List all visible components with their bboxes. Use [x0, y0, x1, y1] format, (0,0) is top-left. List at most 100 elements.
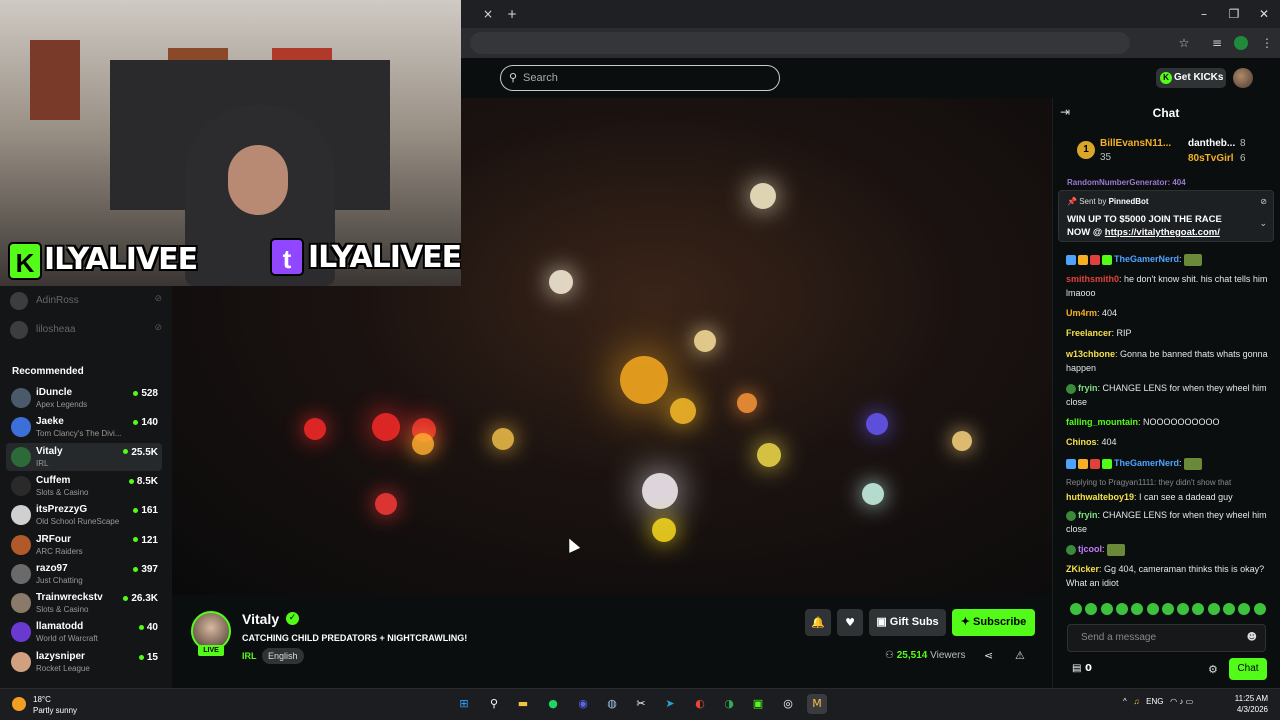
- steam-icon[interactable]: ◍: [602, 694, 622, 714]
- active-app-icon[interactable]: M: [807, 694, 827, 714]
- webcam-kick-label: ILYALIVEE: [44, 242, 198, 277]
- emote-icon[interactable]: [1238, 603, 1251, 615]
- extensions-icon[interactable]: ≡: [1208, 34, 1226, 52]
- emote-icon[interactable]: [1207, 603, 1220, 615]
- sidebar-item-lazysniper[interactable]: lazysniper Rocket League 15: [6, 648, 162, 676]
- spotify-icon[interactable]: ●: [543, 694, 563, 714]
- leaderboard-second-name[interactable]: dantheb...: [1188, 138, 1235, 149]
- chat-username[interactable]: Freelancer: [1066, 328, 1112, 338]
- emote-icon[interactable]: [1253, 603, 1266, 615]
- sidebar-offline-adinross[interactable]: AdinRoss ⊘: [10, 292, 170, 310]
- emote-icon[interactable]: [1146, 603, 1159, 615]
- chat-username[interactable]: w13chbone: [1066, 349, 1115, 359]
- obs-icon[interactable]: ◎: [778, 694, 798, 714]
- sidebar-item-jaeke[interactable]: Jaeke Tom Clancy's The Divi... 140: [6, 413, 162, 441]
- tray-chevron-icon[interactable]: ^: [1123, 697, 1127, 706]
- sidebar-item-jrfour[interactable]: JRFour ARC Raiders 121: [6, 531, 162, 559]
- volume-icon[interactable]: ♪: [1179, 697, 1183, 706]
- streamer-name[interactable]: Vitaly: [242, 611, 279, 627]
- notification-bell-button[interactable]: 🔔: [805, 609, 831, 636]
- sidebar-item-llamatodd[interactable]: llamatodd World of Warcraft 40: [6, 618, 162, 646]
- chat-username[interactable]: TheGamerNerd: [1114, 254, 1179, 264]
- taskbar-search-icon[interactable]: ⚲: [484, 694, 504, 714]
- channel-points[interactable]: ▤ 0: [1072, 663, 1092, 674]
- emoji-icon[interactable]: ☻: [1247, 625, 1257, 651]
- tab-close-icon[interactable]: ×: [478, 6, 498, 22]
- start-icon[interactable]: ⊞: [454, 694, 474, 714]
- emote-icon[interactable]: [1100, 603, 1113, 615]
- chevron-down-icon[interactable]: ⌄: [1259, 219, 1267, 229]
- bookmark-star-icon[interactable]: ☆: [1175, 34, 1193, 52]
- chat-username[interactable]: fryin: [1078, 510, 1098, 520]
- chat-username[interactable]: falling_mountain: [1066, 417, 1138, 427]
- capcut-icon[interactable]: ✂: [631, 694, 651, 714]
- sidebar-item-trainwreckstv[interactable]: Trainwreckstv Slots & Casino 26.3K: [6, 589, 162, 617]
- chat-settings-icon[interactable]: ⚙: [1208, 663, 1218, 676]
- unpin-icon[interactable]: ⊘: [1260, 197, 1267, 206]
- new-tab-icon[interactable]: +: [502, 6, 522, 22]
- report-icon[interactable]: ⚠: [1015, 649, 1025, 662]
- emote-icon[interactable]: [1115, 603, 1128, 615]
- subscribe-button[interactable]: ✦ Subscribe: [952, 609, 1035, 636]
- emote-icon[interactable]: [1223, 603, 1235, 615]
- sidebar-item-vitaly[interactable]: Vitaly IRL 25.5K: [6, 442, 162, 471]
- search-input[interactable]: ⚲ Search: [500, 65, 780, 91]
- system-clock[interactable]: 11:25 AM 4/3/2026: [1232, 693, 1268, 715]
- sent-by-label: Sent by: [1079, 197, 1107, 206]
- wifi-icon[interactable]: ◠: [1170, 697, 1177, 706]
- emote-icon[interactable]: [1177, 603, 1190, 615]
- sidebar-item-cuffem[interactable]: Cuffem Slots & Casino 8.5K: [6, 472, 162, 500]
- channel-category: Tom Clancy's The Divi...: [36, 429, 122, 439]
- chrome-profile-icon[interactable]: ◑: [719, 694, 739, 714]
- chat-username[interactable]: TheGamerNerd: [1114, 458, 1179, 468]
- battery-icon[interactable]: ▭: [1186, 697, 1194, 706]
- chat-message-input[interactable]: Send a message ☻: [1067, 624, 1266, 652]
- emote-icon[interactable]: [1131, 603, 1144, 615]
- emote-icon[interactable]: [1192, 603, 1205, 615]
- telegram-icon[interactable]: ➤: [660, 694, 680, 714]
- profile-icon[interactable]: [1234, 36, 1248, 50]
- stream-category[interactable]: IRL: [242, 651, 257, 661]
- gift-subs-button[interactable]: ▣ Gift Subs: [869, 609, 946, 636]
- get-kicks-button[interactable]: K Get KICKs: [1156, 68, 1226, 88]
- chat-username[interactable]: tjcool: [1078, 544, 1102, 554]
- sidebar-item-razo97[interactable]: razo97 Just Chatting 397: [6, 560, 162, 588]
- discord-icon[interactable]: ◉: [573, 694, 593, 714]
- address-bar[interactable]: [470, 32, 1130, 54]
- chat-send-button[interactable]: Chat: [1229, 658, 1267, 680]
- weather-widget[interactable]: 18°C Partly sunny: [33, 694, 77, 716]
- chrome-icon[interactable]: ◐: [690, 694, 710, 714]
- emote-icon[interactable]: [1070, 603, 1082, 615]
- pinned-link[interactable]: https://vitalythegoat.com/: [1105, 227, 1220, 238]
- emote-icon[interactable]: [1085, 603, 1098, 615]
- chat-username[interactable]: smithsmith0: [1066, 274, 1119, 284]
- follow-heart-button[interactable]: ♥: [837, 609, 863, 636]
- share-icon[interactable]: ⋖: [984, 649, 993, 662]
- leaderboard-first-name[interactable]: BillEvansN11...: [1100, 138, 1171, 149]
- chat-username[interactable]: fryin: [1078, 383, 1098, 393]
- sidebar-item-itsprezzyg[interactable]: itsPrezzyG Old School RuneScape 161: [6, 501, 162, 529]
- window-close-icon[interactable]: ✕: [1254, 6, 1274, 22]
- stream-language-tag[interactable]: English: [262, 648, 304, 664]
- channel-name: Jaeke: [36, 416, 64, 428]
- emote-bar[interactable]: [1066, 603, 1272, 617]
- restore-icon[interactable]: ❐: [1224, 6, 1244, 22]
- sidebar-item-iduncle[interactable]: iDuncle Apex Legends 528: [6, 384, 162, 412]
- emote-icon[interactable]: [1161, 603, 1174, 615]
- chat-username[interactable]: huthwalteboy19: [1066, 492, 1134, 502]
- chat-username[interactable]: Chinos: [1066, 437, 1097, 447]
- file-explorer-icon[interactable]: ▬: [513, 694, 533, 714]
- chat-username[interactable]: ZKicker: [1066, 564, 1099, 574]
- leaderboard-third-name[interactable]: 80sTvGirl: [1188, 153, 1234, 164]
- weather-icon[interactable]: [12, 697, 26, 711]
- sidebar-offline-lilosheaa[interactable]: lilosheaa ⊘: [10, 321, 170, 339]
- pinned-message[interactable]: 📌 Sent by PinnedBot WIN UP TO $5000 JOIN…: [1058, 190, 1274, 242]
- mic-icon[interactable]: ♫: [1133, 697, 1139, 706]
- user-avatar[interactable]: [1233, 68, 1253, 88]
- system-tray[interactable]: ^ ♫ ENG ◠ ♪ ▭: [1123, 697, 1193, 706]
- kick-app-icon[interactable]: ▣: [748, 694, 768, 714]
- browser-menu-icon[interactable]: ⋮: [1258, 34, 1276, 52]
- chat-username[interactable]: Um4rm: [1066, 308, 1097, 318]
- minimize-icon[interactable]: –: [1194, 6, 1214, 22]
- input-language[interactable]: ENG: [1146, 697, 1163, 706]
